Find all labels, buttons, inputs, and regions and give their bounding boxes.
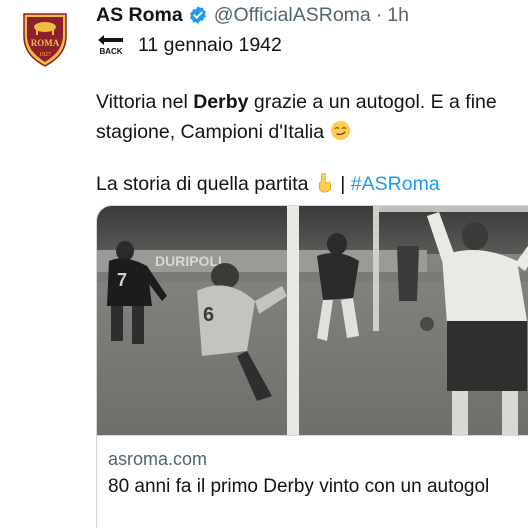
- tweet-text-part: Vittoria nel: [96, 91, 194, 113]
- tweet-date-line: BACK 11 gennaio 1942: [96, 30, 516, 60]
- pointing-down-emoji-icon: [318, 173, 331, 193]
- separator-dot: ·: [375, 3, 383, 26]
- author-handle[interactable]: @OfficialASRoma: [214, 4, 371, 27]
- photo-banner-text: DURIPOLI: [155, 253, 222, 269]
- crest-year: 1927: [39, 52, 51, 58]
- hashtag-link[interactable]: #ASRoma: [351, 173, 440, 195]
- crest-text: ROMA: [31, 38, 60, 48]
- verified-badge-icon: [189, 6, 206, 24]
- tweet-separator: |: [334, 173, 351, 195]
- date-text: 11 gennaio 1942: [138, 34, 282, 56]
- timestamp[interactable]: 1h: [387, 4, 409, 27]
- tweet-body: Vittoria nel Derby grazie a un autogol. …: [96, 87, 516, 147]
- card-domain[interactable]: asroma.com: [108, 449, 207, 470]
- tweet-story-line: La storia di quella partita | #ASRoma: [96, 169, 516, 199]
- card-divider: [97, 435, 528, 436]
- tweet-bold-word: Derby: [193, 91, 249, 113]
- back-arrow-emoji-icon: BACK: [98, 35, 123, 56]
- back-icon-label: BACK: [99, 47, 122, 56]
- card-title[interactable]: 80 anni fa il primo Derby vinto con un a…: [108, 472, 508, 501]
- svg-text:7: 7: [117, 270, 127, 290]
- link-card[interactable]: DURIPOLI 7 6 asroma.com 80 anni fa il pr…: [96, 205, 528, 528]
- tweet-text-part: La storia di quella partita: [96, 173, 309, 195]
- svg-text:6: 6: [203, 304, 214, 326]
- tweet-header: AS Roma @OfficialASRoma · 1h: [96, 2, 409, 28]
- author-name[interactable]: AS Roma: [96, 4, 183, 27]
- match-photo: DURIPOLI 7 6: [97, 206, 528, 435]
- avatar[interactable]: ROMA 1927: [14, 6, 76, 68]
- smirk-emoji-icon: [330, 120, 350, 141]
